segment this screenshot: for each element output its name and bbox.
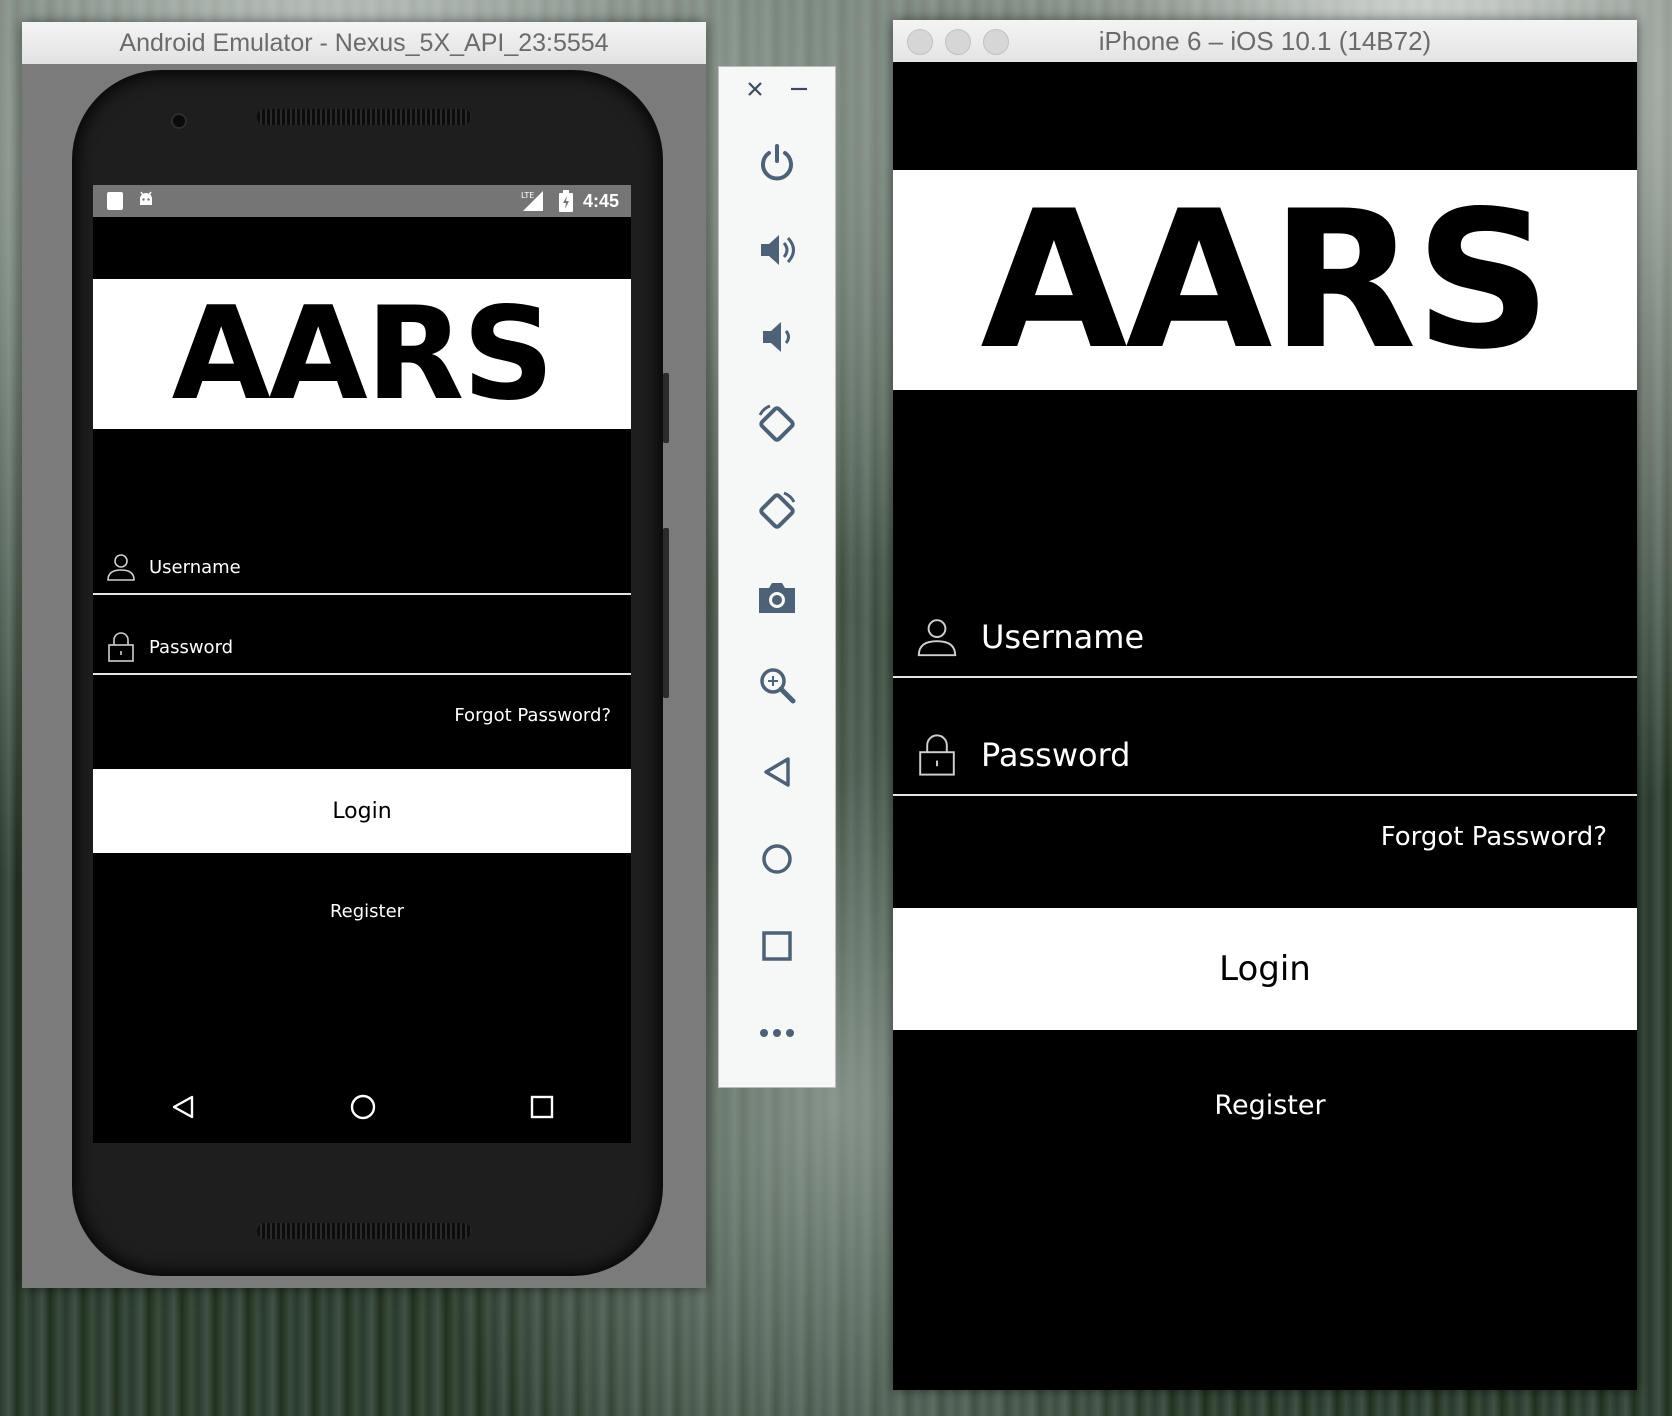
window-zoom-button[interactable] <box>983 29 1009 55</box>
username-field[interactable]: Username <box>93 541 631 595</box>
battery-icon <box>559 190 573 217</box>
android-debug-icon <box>137 191 155 209</box>
top-speaker-grille <box>257 109 471 125</box>
lock-icon <box>93 632 149 662</box>
user-icon <box>893 616 981 658</box>
overview-icon[interactable] <box>719 902 835 989</box>
svg-text:LTE: LTE <box>521 191 534 200</box>
emulator-toolbar <box>718 66 836 1088</box>
close-icon[interactable] <box>745 79 765 104</box>
password-label: Password <box>149 636 234 658</box>
login-button[interactable]: Login <box>93 769 631 853</box>
nav-overview-icon[interactable] <box>530 1095 554 1124</box>
camera-icon[interactable] <box>719 554 835 641</box>
more-icon[interactable] <box>719 989 835 1076</box>
nav-home-icon[interactable] <box>349 1093 377 1126</box>
password-field[interactable]: Password <box>893 716 1637 796</box>
forgot-password-link[interactable]: Forgot Password? <box>1381 822 1607 852</box>
rotate-left-icon[interactable] <box>719 380 835 467</box>
app-logo: AARS <box>171 279 555 429</box>
register-link[interactable]: Register <box>893 1090 1637 1121</box>
android-screen: LTE 4:45 AARS Username Password Forgot P… <box>93 185 631 1143</box>
nexus-phone-frame: LTE 4:45 AARS Username Password Forgot P… <box>72 70 669 1276</box>
sd-card-icon <box>107 192 123 210</box>
user-icon <box>93 552 149 582</box>
window-close-button[interactable] <box>907 29 933 55</box>
password-field[interactable]: Password <box>93 621 631 675</box>
side-power-button <box>663 373 669 443</box>
volume-down-icon[interactable] <box>719 293 835 380</box>
ios-window-titlebar[interactable]: iPhone 6 – iOS 10.1 (14B72) <box>893 20 1637 62</box>
rotate-right-icon[interactable] <box>719 467 835 554</box>
logo-banner: AARS <box>893 169 1637 391</box>
ios-screen: AARS Username Password Forgot Password? … <box>893 62 1637 1390</box>
password-label: Password <box>981 736 1131 774</box>
front-camera <box>171 113 187 129</box>
zoom-icon[interactable] <box>719 641 835 728</box>
ios-simulator-window: iPhone 6 – iOS 10.1 (14B72) AARS Usernam… <box>893 20 1637 1390</box>
minimize-icon[interactable] <box>789 79 809 104</box>
volume-up-icon[interactable] <box>719 206 835 293</box>
android-nav-bar <box>93 1075 631 1143</box>
username-label: Username <box>149 556 241 578</box>
android-status-bar: LTE 4:45 <box>93 185 631 217</box>
toolbar-header <box>719 67 835 119</box>
username-field[interactable]: Username <box>893 598 1637 678</box>
window-minimize-button[interactable] <box>945 29 971 55</box>
nav-back-icon[interactable] <box>170 1094 196 1125</box>
bottom-speaker-grille <box>257 1223 471 1239</box>
lock-icon <box>893 734 981 776</box>
username-label: Username <box>981 618 1145 656</box>
lte-signal-icon: LTE <box>521 189 545 218</box>
back-icon[interactable] <box>719 728 835 815</box>
ios-window-title: iPhone 6 – iOS 10.1 (14B72) <box>1098 26 1432 56</box>
forgot-password-link[interactable]: Forgot Password? <box>454 705 611 726</box>
login-button[interactable]: Login <box>893 908 1637 1030</box>
android-window-title[interactable]: Android Emulator - Nexus_5X_API_23:5554 <box>22 22 706 64</box>
app-logo: AARS <box>980 169 1551 391</box>
register-link[interactable]: Register <box>93 901 631 922</box>
side-volume-button <box>663 528 669 698</box>
logo-banner: AARS <box>93 279 631 429</box>
home-icon[interactable] <box>719 815 835 902</box>
status-time: 4:45 <box>582 191 619 211</box>
android-emulator-window: Android Emulator - Nexus_5X_API_23:5554 … <box>22 22 706 1288</box>
power-icon[interactable] <box>719 119 835 206</box>
